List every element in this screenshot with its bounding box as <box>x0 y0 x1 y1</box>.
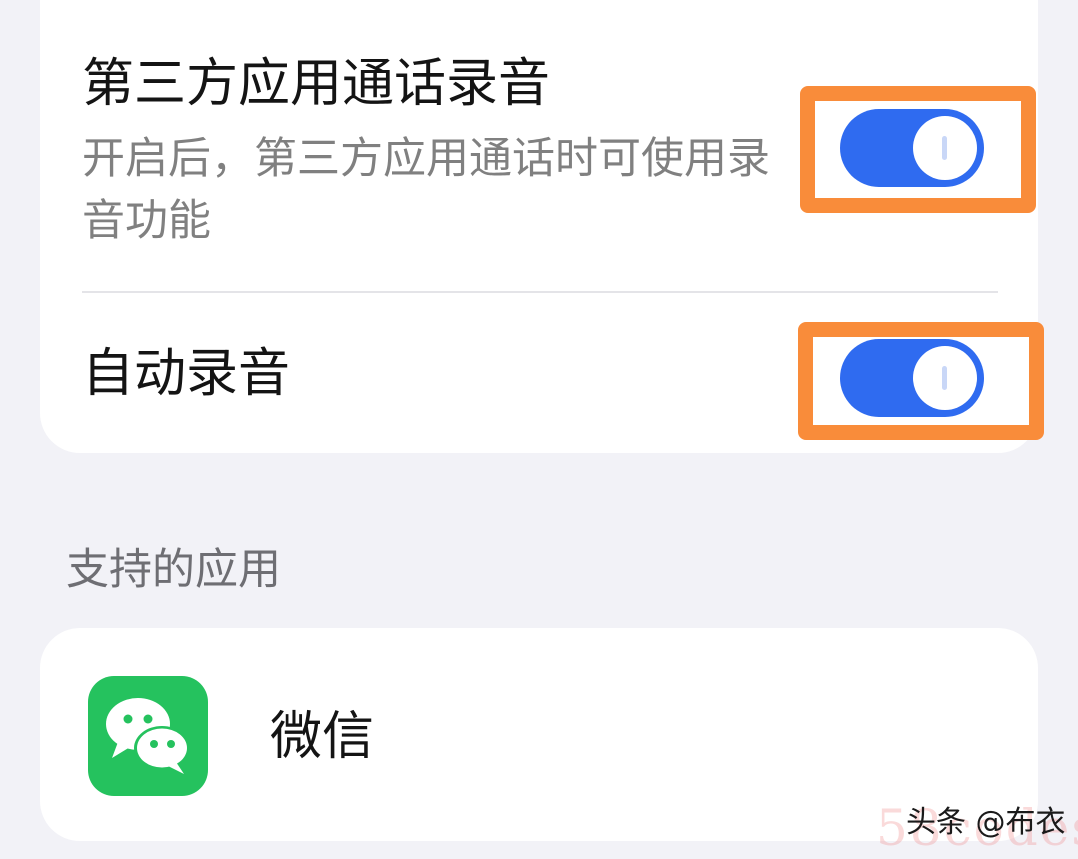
third-party-recording-description: 开启后，第三方应用通话时可使用录音功能 <box>82 134 770 246</box>
third-party-recording-title: 第三方应用通话录音 <box>82 54 551 114</box>
divider <box>82 291 998 293</box>
auto-recording-title: 自动录音 <box>82 344 291 404</box>
auto-recording-toggle[interactable] <box>840 339 984 417</box>
toggle-knob <box>913 346 977 410</box>
supported-apps-header: 支持的应用 <box>66 545 281 595</box>
third-party-recording-toggle[interactable] <box>840 109 984 187</box>
toggle-knob-mark <box>942 366 947 390</box>
watermark: 头条 @布衣 <box>906 805 1066 840</box>
toggle-knob-mark <box>942 136 947 160</box>
toggle-knob <box>913 116 977 180</box>
wechat-app-name: 微信 <box>270 707 375 767</box>
wechat-icon <box>88 676 208 796</box>
